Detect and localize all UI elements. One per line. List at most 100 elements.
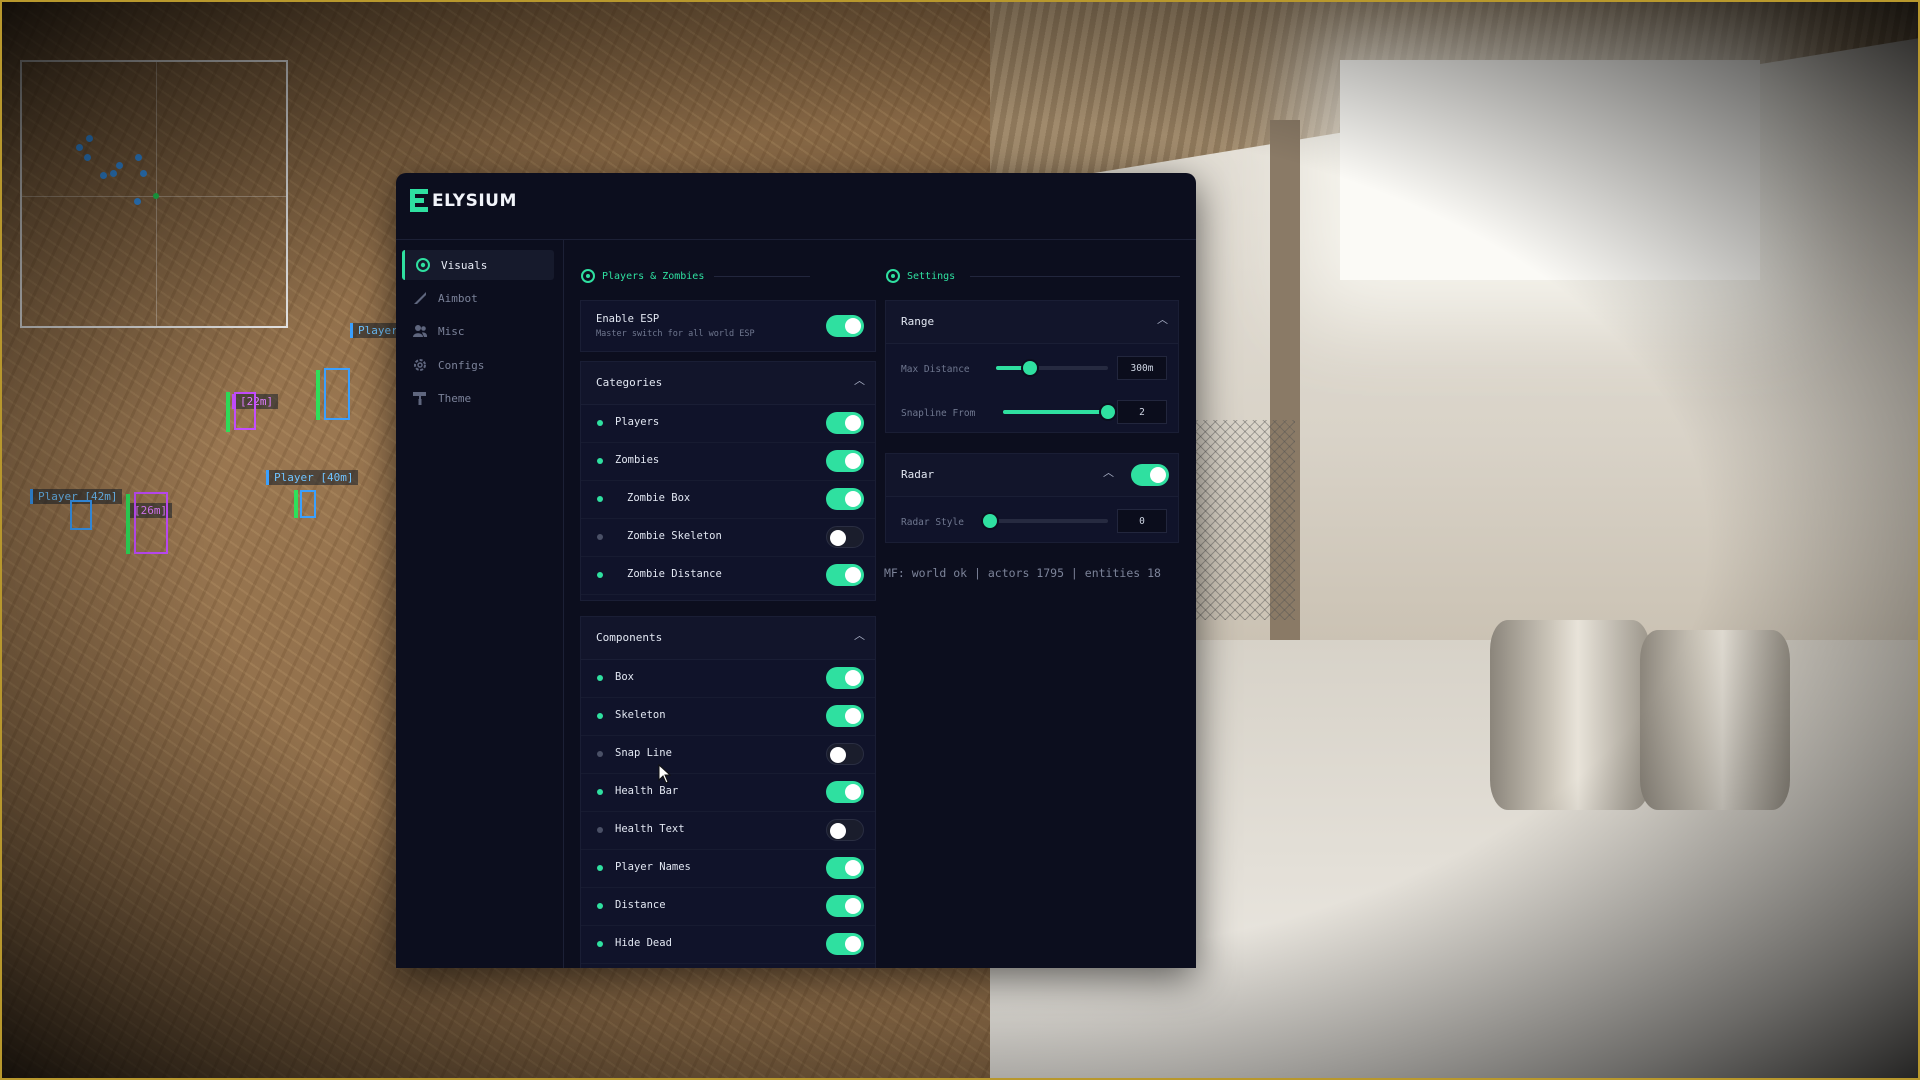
chevron-up-icon[interactable]: ︿ <box>854 627 865 643</box>
section-title-text: Players & Zombies <box>602 270 705 282</box>
esp-zombie-box <box>134 492 168 554</box>
radar-blip <box>140 170 147 177</box>
radar-blip <box>110 170 117 177</box>
list-item: Hide Dead <box>581 925 875 964</box>
toggle-switch[interactable] <box>826 743 864 765</box>
brand-logo: ELYSIUM <box>410 189 517 213</box>
range-header[interactable]: Range ︿ <box>886 301 1178 344</box>
radar-toggle[interactable] <box>1131 464 1169 486</box>
slider-thumb[interactable] <box>1101 405 1115 419</box>
list-item: Zombie Distance <box>581 556 875 595</box>
slider-thumb[interactable] <box>1022 361 1037 375</box>
snapline-from-slider[interactable] <box>1003 405 1115 419</box>
range-title: Range <box>901 315 935 328</box>
chevron-up-icon[interactable]: ︿ <box>1157 311 1168 327</box>
status-dot <box>597 865 603 871</box>
max-distance-slider[interactable] <box>996 361 1108 375</box>
radar-blip <box>84 154 91 161</box>
bright-window <box>1340 60 1760 280</box>
list-item: Zombie Skeleton <box>581 518 875 557</box>
enable-esp-toggle[interactable] <box>826 315 864 337</box>
item-label: Health Bar <box>615 785 679 797</box>
toggle-switch[interactable] <box>826 450 864 472</box>
status-dot <box>597 903 603 909</box>
toggle-switch[interactable] <box>826 667 864 689</box>
rifle-icon <box>412 290 428 306</box>
item-label: Players <box>615 416 660 428</box>
list-item: Box <box>581 659 875 698</box>
sidebar-item-label: Visuals <box>441 258 488 272</box>
panel-header[interactable]: ELYSIUM <box>396 173 1196 240</box>
sidebar-item-misc[interactable]: Misc <box>402 316 554 346</box>
radar-blip <box>86 135 93 142</box>
brand-name: ELYSIUM <box>432 191 517 211</box>
sidebar-item-label: Misc <box>438 324 465 338</box>
status-dot <box>597 420 603 426</box>
item-label: Health Text <box>615 823 685 835</box>
sidebar-item-theme[interactable]: Theme <box>402 383 554 413</box>
status-dot <box>597 675 603 681</box>
toggle-switch[interactable] <box>826 412 864 434</box>
barrel <box>1640 630 1790 810</box>
slider-thumb[interactable] <box>983 514 997 528</box>
components-card: Components ︿ Box Skeleton Snap Line Health … <box>580 616 876 968</box>
list-item: Health Bar <box>581 773 875 812</box>
status-dot <box>597 572 603 578</box>
radar-blip <box>100 172 107 179</box>
esp-health-bar <box>226 392 230 432</box>
sidebar-item-configs[interactable]: Configs <box>402 350 554 380</box>
radar-title: Radar <box>901 468 935 481</box>
toggle-switch[interactable] <box>826 933 864 955</box>
toggle-switch[interactable] <box>826 564 864 586</box>
categories-header[interactable]: Categories ︿ <box>581 362 875 405</box>
toggle-switch[interactable] <box>826 819 864 841</box>
toggle-switch[interactable] <box>826 526 864 548</box>
paint-roller-icon <box>412 390 428 406</box>
list-item: Health Text <box>581 811 875 850</box>
gear-icon <box>412 357 428 373</box>
item-label: Distance <box>615 899 666 911</box>
status-dot <box>597 941 603 947</box>
sidebar-item-visuals[interactable]: Visuals <box>402 250 554 280</box>
toggle-switch[interactable] <box>826 488 864 510</box>
esp-health-bar <box>126 494 130 554</box>
toggle-switch[interactable] <box>826 857 864 879</box>
logo-mark-icon <box>410 189 428 213</box>
esp-health-bar <box>294 490 298 518</box>
radar-header[interactable]: Radar ︿ <box>886 454 1178 497</box>
toggle-switch[interactable] <box>826 781 864 803</box>
snapline-from-value[interactable]: 2 <box>1117 400 1167 424</box>
max-distance-value[interactable]: 300m <box>1117 356 1167 380</box>
max-distance-label: Max Distance <box>901 364 970 375</box>
item-label: Zombies <box>615 454 660 466</box>
chevron-up-icon[interactable]: ︿ <box>1103 464 1114 480</box>
toggle-switch[interactable] <box>826 895 864 917</box>
radar-minimap <box>20 60 288 328</box>
barrel <box>1490 620 1650 810</box>
chevron-up-icon[interactable]: ︿ <box>854 372 865 388</box>
list-item: Distance <box>581 887 875 926</box>
components-header[interactable]: Components ︿ <box>581 617 875 660</box>
item-label: Hide Dead <box>615 937 672 949</box>
cheat-menu-panel: ELYSIUM Visuals Aimbot Misc Configs Them… <box>396 173 1196 968</box>
list-item: Zombies <box>581 442 875 481</box>
list-item: Players <box>581 404 875 443</box>
status-dot <box>597 534 603 540</box>
target-icon <box>581 269 595 283</box>
toggle-switch[interactable] <box>826 705 864 727</box>
radar-style-label: Radar Style <box>901 517 964 528</box>
list-item: Skeleton <box>581 697 875 736</box>
sidebar-item-label: Aimbot <box>438 291 478 305</box>
components-title: Components <box>596 631 663 644</box>
eye-icon <box>415 257 431 273</box>
esp-player-box <box>300 490 316 518</box>
radar-style-slider[interactable] <box>983 514 1108 528</box>
sidebar-item-aimbot[interactable]: Aimbot <box>402 283 554 313</box>
enable-esp-description: Master switch for all world ESP <box>596 329 755 339</box>
status-dot <box>597 458 603 464</box>
settings-icon <box>886 269 900 283</box>
sidebar-item-label: Configs <box>438 358 485 372</box>
categories-card: Categories ︿ Players Zombies Zombie Box Zom… <box>580 361 876 601</box>
radar-style-value[interactable]: 0 <box>1117 509 1167 533</box>
range-card: Range ︿ Max Distance 300m Snapline From … <box>885 300 1179 433</box>
